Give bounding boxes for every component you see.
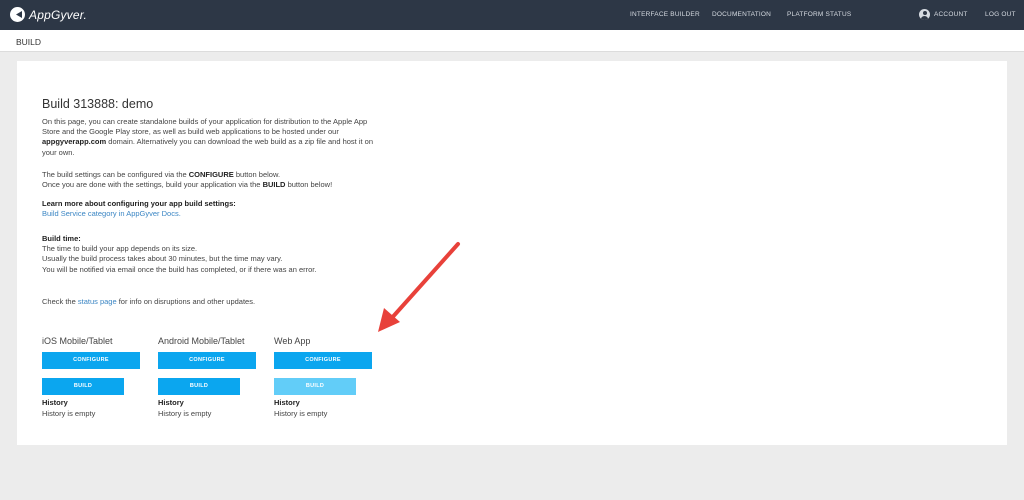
- top-nav-bar: AppGyver. INTERFACE BUILDER DOCUMENTATIO…: [0, 0, 1024, 30]
- status-text-2: for info on disruptions and other update…: [116, 297, 256, 306]
- webapp-build-button[interactable]: BUILD: [274, 378, 356, 395]
- appgyver-logo[interactable]: AppGyver.: [10, 7, 87, 22]
- intro-domain: appgyverapp.com: [42, 137, 107, 147]
- webapp-history-heading: History: [274, 398, 300, 407]
- build-time-line-2: Usually the build process takes about 30…: [42, 254, 283, 264]
- build-time-line-1: The time to build your app depends on it…: [42, 244, 198, 254]
- page-section-title: BUILD: [16, 37, 42, 47]
- user-circle-icon[interactable]: [919, 9, 930, 20]
- settings-text-2: button below.: [233, 170, 281, 179]
- webapp-history-empty: History is empty: [274, 409, 328, 418]
- status-text-1: Check the: [42, 297, 78, 306]
- logo-text: AppGyver.: [29, 7, 88, 22]
- red-arrow-icon: [378, 242, 460, 332]
- intro-text-1: On this page, you can create standalone …: [42, 117, 368, 137]
- nav-logout[interactable]: LOG OUT: [985, 11, 1016, 18]
- nav-account[interactable]: ACCOUNT: [934, 11, 968, 18]
- docs-link[interactable]: Build Service category in AppGyver Docs.: [42, 209, 181, 218]
- build-time-line-3: You will be notified via email once the …: [42, 264, 317, 274]
- webapp-configure-button[interactable]: CONFIGURE: [274, 352, 372, 369]
- learn-more-section: Learn more about configuring your app bu…: [42, 199, 387, 219]
- android-history-empty: History is empty: [158, 409, 212, 418]
- settings-configure-word: CONFIGURE: [188, 170, 234, 179]
- settings-build-word: BUILD: [262, 180, 286, 190]
- page-subheader: BUILD: [0, 30, 1024, 52]
- nav-documentation[interactable]: DOCUMENTATION: [712, 11, 771, 18]
- android-configure-button[interactable]: CONFIGURE: [158, 352, 256, 369]
- ios-configure-button[interactable]: CONFIGURE: [42, 352, 140, 369]
- android-history-heading: History: [158, 398, 184, 407]
- settings-paragraph: The build settings can be configured via…: [42, 170, 442, 190]
- appgyver-logo-icon: [10, 7, 25, 22]
- build-time-heading: Build time:: [42, 234, 81, 243]
- ios-history-heading: History: [42, 398, 68, 407]
- settings-text-1: The build settings can be configured via…: [42, 170, 189, 179]
- webapp-title: Web App: [274, 336, 311, 346]
- settings-text-3: Once you are done with the settings, bui…: [42, 180, 263, 190]
- learn-more-heading: Learn more about configuring your app bu…: [42, 199, 236, 208]
- settings-text-4: button below!: [285, 180, 333, 190]
- ios-build-button[interactable]: BUILD: [42, 378, 124, 395]
- android-build-button[interactable]: BUILD: [158, 378, 240, 395]
- nav-interface-builder[interactable]: INTERFACE BUILDER: [630, 11, 700, 18]
- nav-platform-status[interactable]: PLATFORM STATUS: [787, 11, 851, 18]
- page-title: Build 313888: demo: [42, 97, 154, 111]
- android-title: Android Mobile/Tablet: [158, 336, 245, 346]
- ios-title: iOS Mobile/Tablet: [42, 336, 113, 346]
- ios-history-empty: History is empty: [42, 409, 96, 418]
- status-page-link[interactable]: status page: [78, 297, 117, 306]
- intro-paragraph: On this page, you can create standalone …: [42, 117, 387, 158]
